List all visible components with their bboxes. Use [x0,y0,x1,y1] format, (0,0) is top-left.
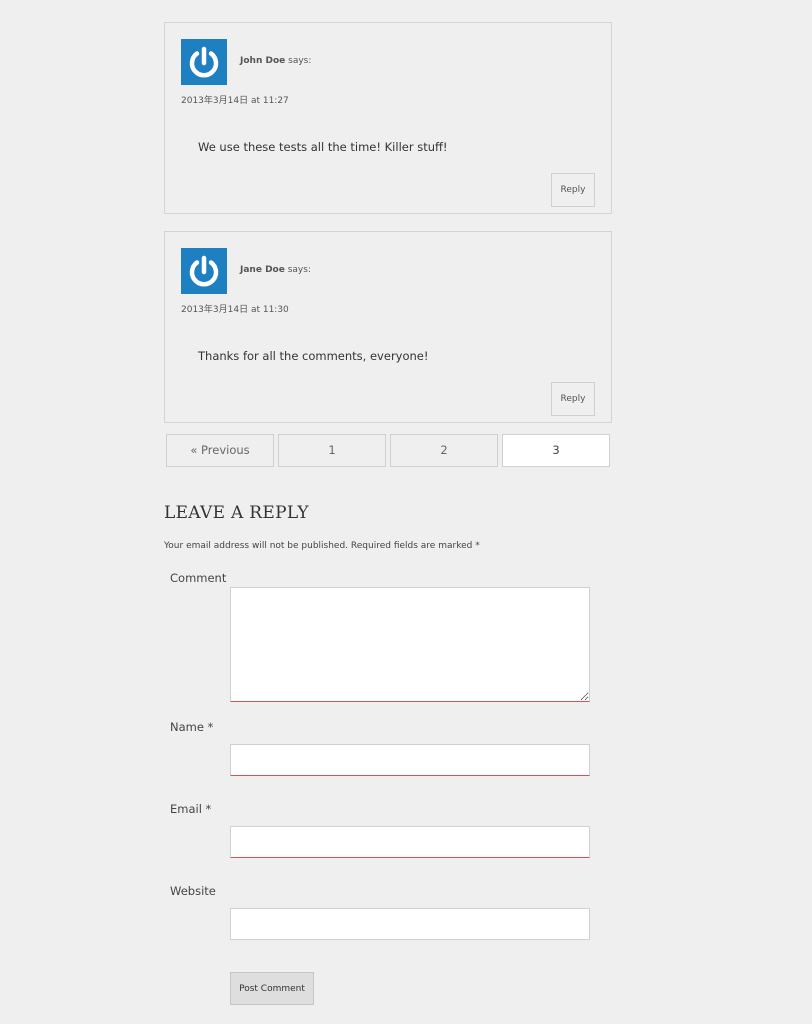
previous-page-button[interactable]: « Previous [166,434,274,467]
comment-author: Jane Doe says: [240,265,311,275]
email-label: Email * [170,802,212,816]
website-input[interactable] [230,908,590,940]
comment-list: John Doe says: 2013年3月14日 at 11:27 We us… [164,22,612,440]
author-says: says: [288,56,312,66]
comment-item: Jane Doe says: 2013年3月14日 at 11:30 Thank… [164,231,612,423]
page-2-link[interactable]: 2 [390,434,498,467]
author-name: John Doe [240,56,286,66]
comment-textarea[interactable] [230,587,590,702]
comment-item: John Doe says: 2013年3月14日 at 11:27 We us… [164,22,612,214]
reply-button[interactable]: Reply [551,173,595,207]
comment-author: John Doe says: [240,56,311,66]
website-label: Website [170,884,216,898]
name-label: Name * [170,720,214,734]
comment-label: Comment [170,571,227,585]
author-name: Jane Doe [240,265,285,275]
email-input[interactable] [230,826,590,858]
reply-title: LEAVE A REPLY [164,503,309,523]
power-icon [189,255,219,287]
author-says: says: [287,265,311,275]
comment-notes: Your email address will not be published… [164,541,480,551]
name-input[interactable] [230,744,590,776]
comment-date[interactable]: 2013年3月14日 at 11:27 [181,93,289,106]
comment-text: We use these tests all the time! Killer … [198,140,448,154]
avatar [181,248,227,294]
avatar [181,39,227,85]
power-icon [189,46,219,78]
page-3-current: 3 [502,434,610,467]
page-1-link[interactable]: 1 [278,434,386,467]
comment-date[interactable]: 2013年3月14日 at 11:30 [181,302,289,315]
reply-button[interactable]: Reply [551,382,595,416]
post-comment-button[interactable]: Post Comment [230,972,314,1005]
comment-text: Thanks for all the comments, everyone! [198,349,429,363]
